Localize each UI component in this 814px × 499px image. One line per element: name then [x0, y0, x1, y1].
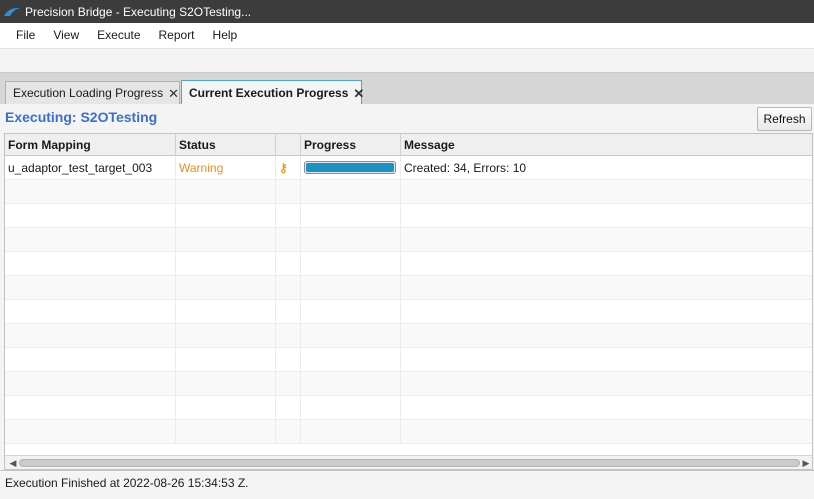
tab-label: Current Execution Progress — [189, 86, 349, 100]
menu-view[interactable]: View — [44, 23, 88, 48]
status-text: Execution Finished at 2022-08-26 15:34:5… — [5, 476, 249, 490]
scrollbar-thumb[interactable] — [19, 459, 800, 467]
status-cell: Warning — [176, 156, 276, 180]
status-icon-cell: ⚷ — [276, 156, 301, 180]
form-mapping-cell: u_adaptor_test_target_003 — [5, 156, 176, 180]
table-row-empty — [5, 396, 812, 420]
menu-help[interactable]: Help — [204, 23, 247, 48]
menu-file[interactable]: File — [7, 23, 44, 48]
title-bar: Precision Bridge - Executing S2OTesting.… — [0, 0, 814, 23]
key-icon: ⚷ — [279, 161, 288, 175]
tab-current-execution-progress[interactable]: Current Execution Progress ✕ — [181, 80, 364, 105]
toolbar — [0, 48, 814, 73]
table-row-empty — [5, 228, 812, 252]
menu-execute[interactable]: Execute — [88, 23, 149, 48]
tab-label: Execution Loading Progress — [13, 86, 164, 100]
table-row-empty — [5, 300, 812, 324]
table-row-empty — [5, 372, 812, 396]
scroll-left-icon[interactable]: ◀ — [7, 457, 19, 469]
execution-title: Executing: S2OTesting — [5, 109, 158, 125]
table-row-empty — [5, 324, 812, 348]
table-header: Form Mapping Status Progress Message — [5, 134, 812, 156]
message-cell: Created: 34, Errors: 10 — [401, 156, 812, 180]
progress-cell — [301, 156, 401, 180]
column-header-progress[interactable]: Progress — [301, 134, 401, 156]
status-bar: Execution Finished at 2022-08-26 15:34:5… — [0, 470, 814, 499]
table-row-empty — [5, 252, 812, 276]
table-row-empty — [5, 180, 812, 204]
table-row-empty — [5, 348, 812, 372]
close-icon[interactable]: ✕ — [353, 87, 364, 100]
table-row-empty — [5, 204, 812, 228]
table-row-empty — [5, 276, 812, 300]
tab-execution-loading-progress[interactable]: Execution Loading Progress ✕ — [5, 81, 180, 104]
close-icon[interactable]: ✕ — [168, 87, 179, 100]
table-row[interactable]: u_adaptor_test_target_003 Warning ⚷ Crea… — [5, 156, 812, 180]
column-header-icon[interactable] — [276, 134, 301, 156]
refresh-button[interactable]: Refresh — [757, 107, 812, 131]
column-header-message[interactable]: Message — [401, 134, 812, 156]
main-content: Executing: S2OTesting Refresh Form Mappi… — [0, 104, 814, 470]
menu-report[interactable]: Report — [150, 23, 204, 48]
app-logo-icon — [4, 7, 20, 16]
column-header-form-mapping[interactable]: Form Mapping — [5, 134, 176, 156]
progress-fill — [306, 163, 394, 173]
window-title: Precision Bridge - Executing S2OTesting.… — [25, 4, 252, 19]
table-body: u_adaptor_test_target_003 Warning ⚷ Crea… — [5, 156, 812, 444]
tab-strip: Execution Loading Progress ✕ Current Exe… — [0, 73, 814, 105]
execution-table: Form Mapping Status Progress Message u_a… — [4, 133, 813, 470]
progress-bar — [304, 161, 396, 175]
column-header-status[interactable]: Status — [176, 134, 276, 156]
table-row-empty — [5, 420, 812, 444]
horizontal-scrollbar[interactable]: ◀ ▶ — [5, 455, 812, 469]
scroll-right-icon[interactable]: ▶ — [800, 457, 812, 469]
menu-bar: File View Execute Report Help — [0, 23, 814, 48]
